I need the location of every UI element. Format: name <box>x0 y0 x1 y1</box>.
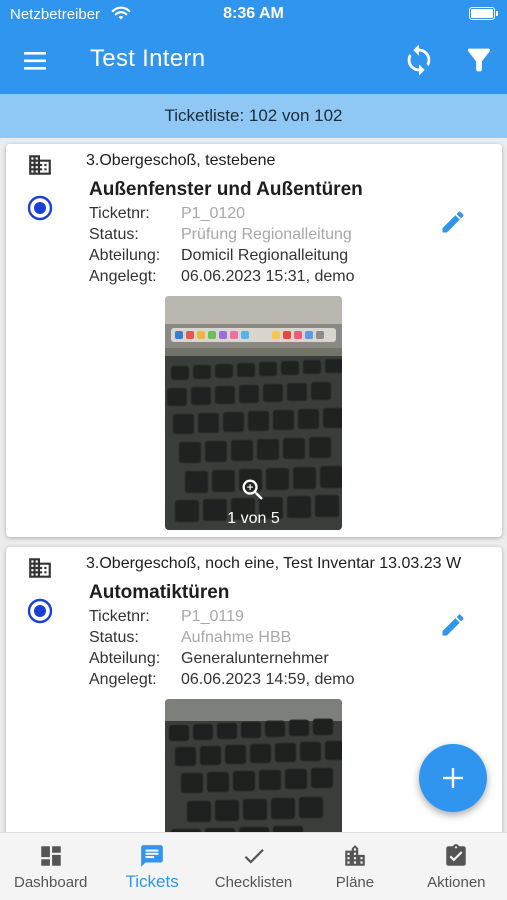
abteilung-row: Abteilung: Domicil Regionalleitung <box>89 245 354 266</box>
status-row: Status: Aufnahme HBB <box>89 627 354 648</box>
sync-icon <box>407 44 431 76</box>
ticket-photo[interactable]: 1 von 5 <box>165 296 342 530</box>
app-title: Test Intern <box>90 45 206 72</box>
abteilung-value: Generalunternehmer <box>181 650 329 667</box>
sync-button[interactable] <box>402 43 436 77</box>
edit-button[interactable] <box>439 611 467 639</box>
status-row: Status: Prüfung Regionalleitung <box>89 224 354 245</box>
check-icon <box>244 849 264 864</box>
abteilung-label: Abteilung: <box>89 650 161 667</box>
building-icon <box>29 558 51 578</box>
ticket-title: Automatiktüren <box>89 582 230 603</box>
ticketnr-value: P1_0120 <box>181 205 246 222</box>
status-value: Aufnahme HBB <box>181 629 292 646</box>
ticket-card[interactable]: 3.Obergeschoß, noch eine, Test Inventar … <box>6 547 502 847</box>
ticket-icon <box>141 845 163 867</box>
keyboard-photo <box>165 699 342 847</box>
nav-checklisten[interactable]: Checklisten <box>203 833 304 900</box>
app-bar: Test Intern <box>0 28 507 94</box>
pencil-icon <box>442 211 464 233</box>
select-radio[interactable] <box>26 597 54 625</box>
filter-button[interactable] <box>462 43 496 77</box>
status-value: Prüfung Regionalleitung <box>181 226 352 243</box>
ticket-title: Außenfenster und Außentüren <box>89 179 363 200</box>
select-radio[interactable] <box>26 194 54 222</box>
ticket-details: Ticketnr: P1_0120 Status: Prüfung Region… <box>89 203 354 287</box>
building-icon <box>345 845 365 866</box>
abteilung-row: Abteilung: Generalunternehmer <box>89 648 354 669</box>
dashboard-icon <box>40 846 61 866</box>
clipboard-check-icon <box>446 844 467 866</box>
status-label: Status: <box>89 226 139 243</box>
abteilung-label: Abteilung: <box>89 247 161 264</box>
battery-icon <box>469 7 498 20</box>
angelegt-row: Angelegt: 06.06.2023 15:31, demo <box>89 266 354 287</box>
nav-plaene-label: Pläne <box>335 874 375 891</box>
status-bar: Netzbetreiber 8:36 AM <box>0 0 507 28</box>
filter-icon <box>467 48 491 72</box>
nav-plaene[interactable]: Pläne <box>304 833 405 900</box>
angelegt-value: 06.06.2023 14:59, demo <box>181 671 355 688</box>
zoom-icon <box>242 479 263 500</box>
nav-aktionen-label: Aktionen <box>427 874 486 891</box>
ticketnr-value: P1_0119 <box>181 608 244 625</box>
edit-button[interactable] <box>439 208 467 236</box>
angelegt-value: 06.06.2023 15:31, demo <box>181 268 355 285</box>
clock: 8:36 AM <box>223 5 284 22</box>
ticketnr-row: Ticketnr: P1_0119 <box>89 606 354 627</box>
angelegt-label: Angelegt: <box>89 268 157 285</box>
nav-dashboard-label: Dashboard <box>14 874 88 891</box>
menu-icon <box>24 52 46 70</box>
nav-tickets-label: Tickets <box>125 872 179 891</box>
building-icon <box>29 155 51 175</box>
status-label: Status: <box>89 629 139 646</box>
nav-tickets[interactable]: Tickets <box>101 833 202 900</box>
ticket-details: Ticketnr: P1_0119 Status: Aufnahme HBB A… <box>89 606 354 690</box>
ticket-location: 3.Obergeschoß, noch eine, Test Inventar … <box>86 555 462 572</box>
ticketnr-row: Ticketnr: P1_0120 <box>89 203 354 224</box>
pencil-icon <box>442 614 464 636</box>
ticket-card[interactable]: 3.Obergeschoß, testebene Außenfenster un… <box>6 144 502 537</box>
bottom-nav: Dashboard Tickets Checklisten Pläne Akti… <box>0 832 507 900</box>
ticketnr-label: Ticketnr: <box>89 205 150 222</box>
angelegt-label: Angelegt: <box>89 671 157 688</box>
nav-checklisten-label: Checklisten <box>214 874 293 891</box>
ticketnr-label: Ticketnr: <box>89 608 150 625</box>
nav-dashboard[interactable]: Dashboard <box>0 833 101 900</box>
nav-aktionen[interactable]: Aktionen <box>406 833 507 900</box>
angelegt-row: Angelegt: 06.06.2023 14:59, demo <box>89 669 354 690</box>
ticket-location: 3.Obergeschoß, testebene <box>86 152 276 169</box>
menu-button[interactable] <box>18 46 52 76</box>
ticket-count-header: Ticketliste: 102 von 102 <box>0 94 507 138</box>
add-ticket-button[interactable] <box>419 744 487 812</box>
ticket-photo[interactable] <box>165 699 342 847</box>
plus-icon <box>443 768 463 788</box>
abteilung-value: Domicil Regionalleitung <box>181 247 349 264</box>
photo-counter: 1 von 5 <box>227 510 280 527</box>
